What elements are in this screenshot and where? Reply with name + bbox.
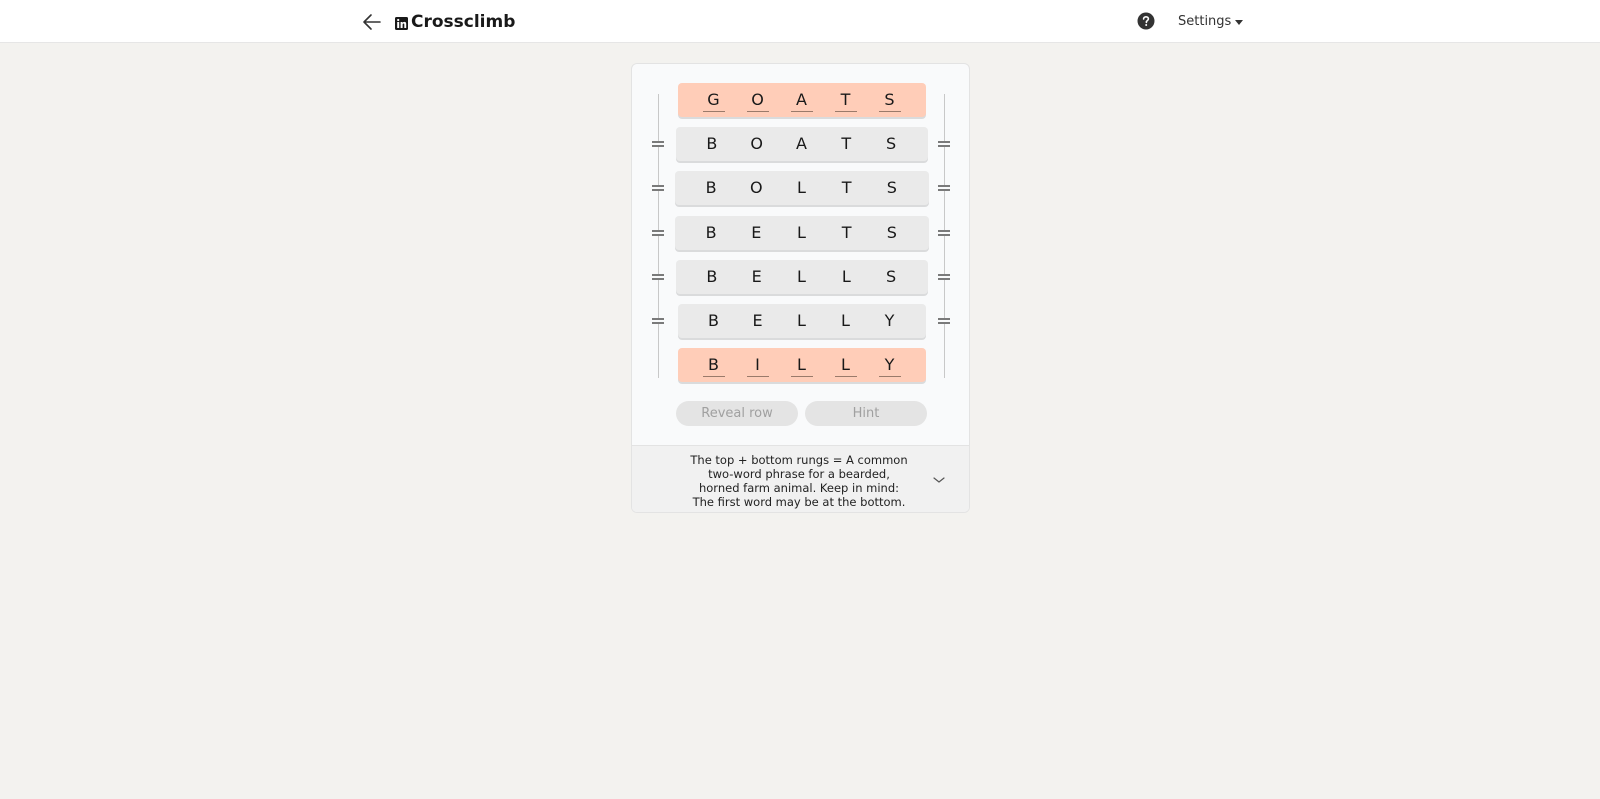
rung-letter: S (886, 222, 897, 242)
expand-clue-button[interactable] (932, 472, 946, 486)
linkedin-logo-icon (395, 15, 408, 30)
settings-dropdown[interactable]: Settings (1178, 13, 1244, 31)
rung-letter: S (886, 134, 897, 154)
rung-letter: O (749, 178, 763, 198)
rung-letter: Y (884, 311, 895, 330)
rung-letter: T (841, 134, 852, 154)
drag-handle-icon[interactable] (938, 141, 950, 148)
rung-letter: T (834, 89, 857, 112)
rung-letter: L (797, 222, 806, 242)
chevron-down-icon (933, 477, 945, 483)
settings-label: Settings (1178, 14, 1232, 29)
rung-letter: L (797, 311, 806, 330)
left-rail (658, 94, 659, 378)
rung-letter: S (886, 266, 897, 286)
rung-letter: L (841, 311, 850, 330)
drag-handle-icon[interactable] (938, 318, 950, 324)
drag-handle-icon[interactable] (938, 273, 950, 280)
game-card: Reveal row Hint The top + bottom rungs =… (631, 63, 970, 513)
rung-letter: E (751, 222, 762, 242)
drag-handle-icon[interactable] (652, 318, 664, 324)
caret-down-icon (1235, 19, 1244, 25)
rung-letter: I (746, 354, 769, 377)
drag-handle-icon[interactable] (652, 141, 664, 148)
back-button[interactable] (360, 10, 384, 34)
middle-rung[interactable]: BELLY (677, 304, 926, 338)
rung-letter: Y (878, 354, 901, 377)
rung-letter: L (797, 266, 806, 286)
top-bar: Crossclimb Settings (0, 0, 1600, 43)
help-button[interactable] (1137, 12, 1155, 30)
end-rung[interactable]: GOATS (677, 83, 926, 117)
rung-letter: L (841, 266, 851, 286)
rung-letter: L (834, 354, 857, 377)
rung-letter: L (797, 178, 806, 198)
question-circle-icon (1137, 12, 1155, 30)
rung-letter: T (841, 222, 852, 242)
rung-letter: E (752, 311, 763, 330)
rung-letter: B (706, 134, 718, 154)
rung-letter: B (705, 178, 717, 198)
rung-letter: S (886, 178, 897, 198)
end-rung[interactable]: BILLY (677, 348, 926, 383)
rung-letter: G (702, 89, 725, 112)
middle-rung[interactable]: BOATS (675, 127, 928, 162)
rung-letter: E (751, 266, 762, 286)
rung-letter: O (746, 89, 769, 112)
rung-letter: B (702, 354, 725, 377)
hint-button[interactable]: Hint (805, 401, 927, 426)
rung-letter: B (706, 266, 718, 286)
rung-letter: S (878, 89, 901, 112)
clue-text: The top + bottom rungs = A common two-wo… (690, 453, 908, 509)
middle-rung[interactable]: BELLS (675, 259, 928, 294)
rung-letter: T (841, 178, 852, 198)
clue-panel[interactable]: The top + bottom rungs = A common two-wo… (632, 445, 969, 512)
app-title: Crossclimb (411, 12, 516, 32)
drag-handle-icon[interactable] (652, 273, 664, 280)
rung-letter: L (790, 354, 813, 377)
rung-letter: O (750, 134, 763, 154)
rung-letter: B (705, 222, 717, 242)
right-rail (944, 94, 945, 378)
rung-letter: B (708, 311, 719, 330)
drag-handle-icon[interactable] (652, 229, 664, 236)
drag-handle-icon[interactable] (652, 185, 664, 192)
drag-handle-icon[interactable] (938, 185, 950, 192)
rung-letter: A (790, 89, 813, 112)
rung-letter: A (796, 134, 807, 154)
middle-rung[interactable]: BELTS (674, 215, 929, 250)
middle-rung[interactable]: BOLTS (674, 171, 929, 206)
drag-handle-icon[interactable] (938, 229, 950, 236)
reveal-row-button[interactable]: Reveal row (676, 401, 798, 426)
arrow-left-icon (363, 14, 381, 30)
